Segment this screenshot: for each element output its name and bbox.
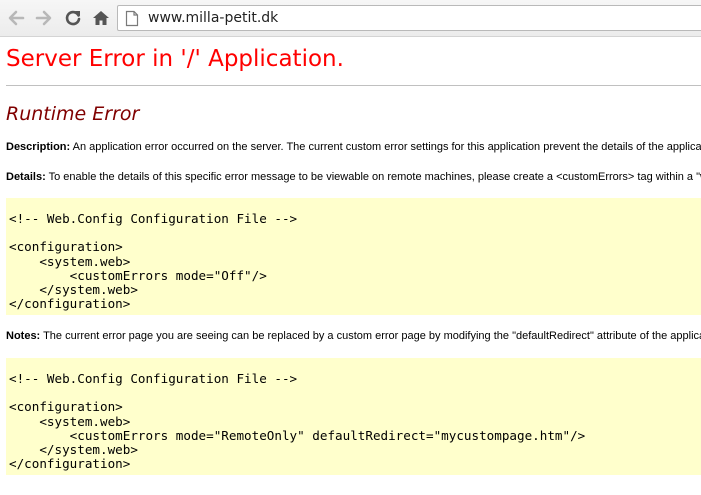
- home-icon[interactable]: [91, 8, 111, 28]
- notes-text: The current error page you are seeing ca…: [43, 330, 701, 342]
- browser-toolbar: www.milla-petit.dk: [0, 0, 701, 37]
- page-title: Server Error in '/' Application.: [6, 46, 344, 72]
- forward-arrow-icon[interactable]: [34, 8, 54, 28]
- notes-label: Notes:: [6, 330, 41, 342]
- title-divider: [6, 85, 701, 86]
- page-icon: [125, 10, 139, 32]
- description-text: An application error occurred on the ser…: [72, 141, 701, 153]
- address-bar[interactable]: www.milla-petit.dk: [117, 5, 701, 31]
- description-label: Description:: [6, 141, 71, 153]
- url-text[interactable]: www.milla-petit.dk: [148, 10, 278, 26]
- page-content: Server Error in '/' Application. Runtime…: [0, 37, 701, 495]
- code-block-2-text: <!-- Web.Config Configuration File --> <…: [9, 371, 586, 472]
- config-code-block-2: <!-- Web.Config Configuration File --> <…: [6, 358, 701, 475]
- description-paragraph: Description: An application error occurr…: [6, 141, 701, 153]
- reload-icon[interactable]: [63, 8, 83, 28]
- config-code-block-1: <!-- Web.Config Configuration File --> <…: [6, 198, 701, 315]
- error-heading: Runtime Error: [6, 103, 140, 125]
- notes-paragraph: Notes: The current error page you are se…: [6, 330, 701, 342]
- back-arrow-icon[interactable]: [6, 8, 26, 28]
- details-paragraph: Details: To enable the details of this s…: [6, 171, 701, 183]
- details-text: To enable the details of this specific e…: [48, 171, 701, 183]
- details-label: Details:: [6, 171, 46, 183]
- code-block-1-text: <!-- Web.Config Configuration File --> <…: [9, 211, 298, 312]
